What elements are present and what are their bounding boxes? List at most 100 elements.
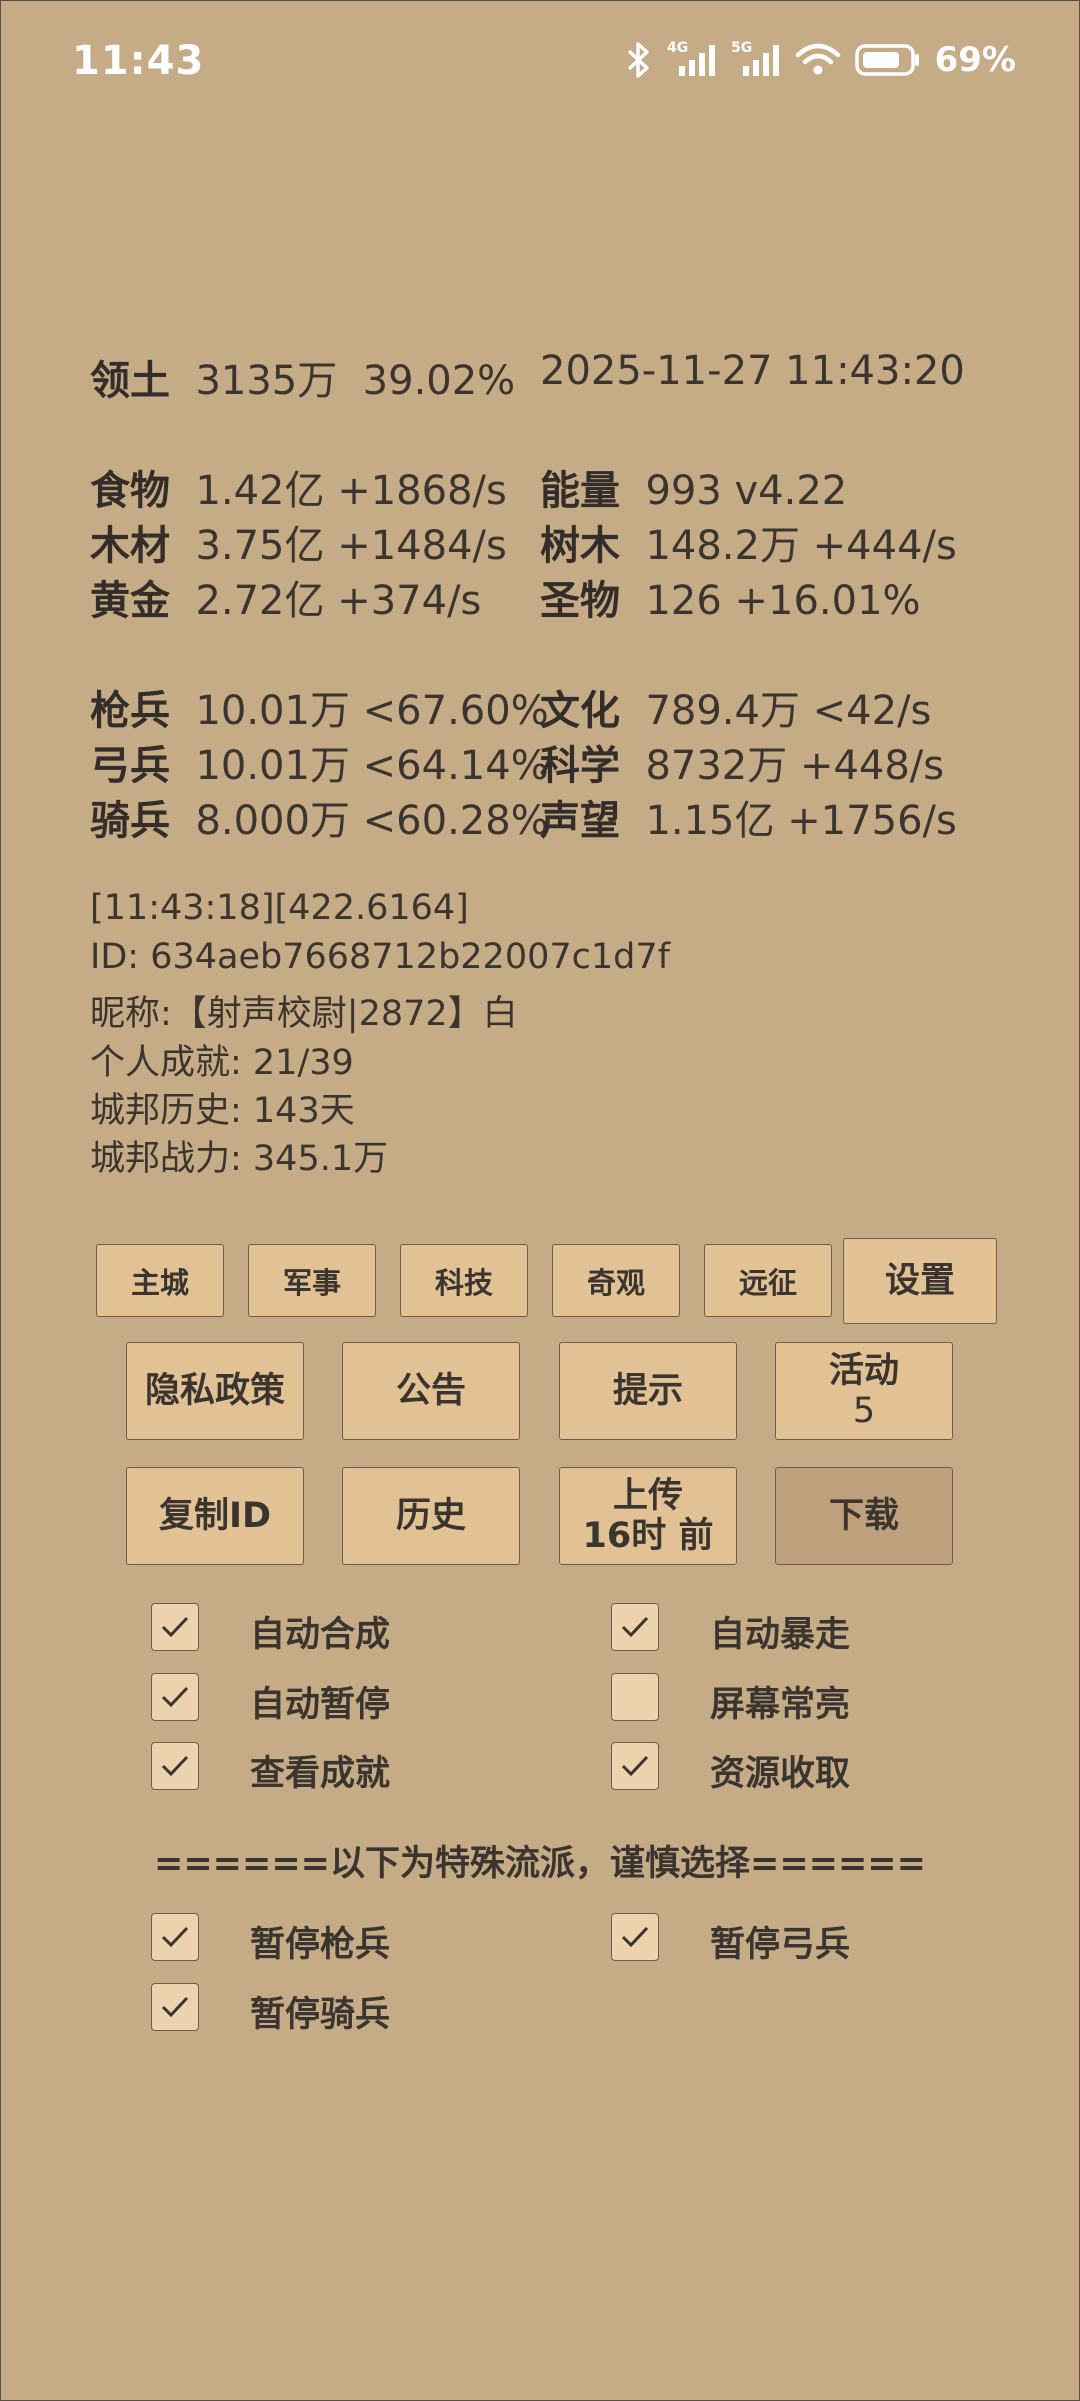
auto-rage-label: 自动暴走 [710,1615,851,1655]
spearmen-row: 枪兵 10.01万 <67.60% [90,678,549,736]
bluetooth-icon [623,40,653,80]
events-count: 5 [852,1391,876,1431]
wood-value: 3.75亿 +1484/s [195,523,507,569]
culture-row: 文化 789.4万 <42/s [540,678,931,736]
check-icon [161,1686,189,1708]
wood-label: 木材 [90,523,170,569]
energy-row: 能量 993 v4.22 [540,458,847,516]
gold-value: 2.72亿 +374/s [195,578,482,624]
relics-row: 圣物 126 +16.01% [540,568,921,626]
signal-5g-icon: 5G [731,40,781,80]
wood-row: 木材 3.75亿 +1484/s [90,513,507,571]
city-history: 城邦历史: 143天 [90,1091,355,1131]
copy-id-button[interactable]: 复制ID [126,1467,304,1565]
culture-label: 文化 [540,688,620,734]
history-button[interactable]: 历史 [342,1467,520,1565]
network-5g-label: 5G [731,40,752,56]
upload-button[interactable]: 上传 16时 前 [559,1467,737,1565]
log-timestamp: [11:43:18][422.6164] [90,888,469,928]
check-icon [161,1926,189,1948]
culture-value: 789.4万 <42/s [645,688,932,734]
pause-spearmen-checkbox[interactable] [151,1913,199,1961]
gold-label: 黄金 [90,578,170,624]
check-icon [161,1755,189,1777]
player-nickname: 昵称:【射声校尉|2872】白 [90,994,518,1034]
tab-expedition[interactable]: 远征 [704,1244,832,1317]
announcement-button[interactable]: 公告 [342,1342,520,1440]
check-icon [161,1996,189,2018]
prestige-label: 声望 [540,798,620,844]
screen-on-label: 屏幕常亮 [710,1685,851,1725]
signal-4g-icon: 4G [667,40,717,80]
tab-military[interactable]: 军事 [248,1244,376,1317]
city-power: 城邦战力: 345.1万 [90,1139,389,1179]
science-row: 科学 8732万 +448/s [540,733,944,791]
network-4g-label: 4G [667,40,688,56]
archers-row: 弓兵 10.01万 <64.14% [90,733,549,791]
food-row: 食物 1.42亿 +1868/s [90,458,507,516]
upload-time: 16时 前 [582,1516,714,1556]
check-icon [621,1616,649,1638]
energy-value: 993 v4.22 [645,468,848,514]
science-label: 科学 [540,743,620,789]
tab-tech[interactable]: 科技 [400,1244,528,1317]
player-id: ID: 634aeb7668712b22007c1d7f [90,937,670,977]
wifi-icon [795,40,841,80]
cavalry-row: 骑兵 8.000万 <60.28% [90,788,549,846]
tab-main-city[interactable]: 主城 [96,1244,224,1317]
cavalry-label: 骑兵 [90,798,170,844]
events-label: 活动 [828,1351,899,1391]
archers-value: 10.01万 <64.14% [195,743,549,789]
spearmen-label: 枪兵 [90,688,170,734]
auto-pause-checkbox[interactable] [151,1673,199,1721]
territory-label: 领土 [90,358,170,404]
settings-button[interactable]: 设置 [843,1238,997,1324]
auto-rage-checkbox[interactable] [611,1603,659,1651]
pause-archers-checkbox[interactable] [611,1913,659,1961]
battery-icon [854,40,921,80]
view-achievements-label: 查看成就 [250,1754,391,1794]
spearmen-value: 10.01万 <67.60% [195,688,549,734]
auto-merge-label: 自动合成 [250,1615,391,1655]
tab-wonders[interactable]: 奇观 [552,1244,680,1317]
prestige-row: 声望 1.15亿 +1756/s [540,788,957,846]
territory-row: 领土 3135万 39.02% [90,348,515,406]
tips-button[interactable]: 提示 [559,1342,737,1440]
archers-label: 弓兵 [90,743,170,789]
territory-percent: 39.02% [362,358,516,404]
gold-row: 黄金 2.72亿 +374/s [90,568,481,626]
energy-label: 能量 [540,468,620,514]
auto-pause-label: 自动暂停 [250,1685,391,1725]
view-achievements-checkbox[interactable] [151,1742,199,1790]
science-value: 8732万 +448/s [645,743,945,789]
trees-label: 树木 [540,523,620,569]
territory-value: 3135万 [195,358,338,404]
special-strategy-separator: ======以下为特殊流派，谨慎选择====== [154,1844,926,1884]
pause-cavalry-label: 暂停骑兵 [250,1995,391,2035]
pause-archers-label: 暂停弓兵 [710,1925,851,1965]
screen-on-checkbox[interactable] [611,1673,659,1721]
food-value: 1.42亿 +1868/s [195,468,507,514]
privacy-policy-button[interactable]: 隐私政策 [126,1342,304,1440]
battery-percent: 69% [934,40,1016,80]
relics-value: 126 +16.01% [645,578,921,624]
trees-value: 148.2万 +444/s [645,523,957,569]
trees-row: 树木 148.2万 +444/s [540,513,957,571]
check-icon [621,1755,649,1777]
events-button[interactable]: 活动 5 [775,1342,953,1440]
personal-achievements: 个人成就: 21/39 [90,1043,354,1083]
pause-spearmen-label: 暂停枪兵 [250,1925,391,1965]
pause-cavalry-checkbox[interactable] [151,1983,199,2031]
current-datetime: 2025-11-27 11:43:20 [540,348,965,394]
food-label: 食物 [90,468,170,514]
collect-resources-checkbox[interactable] [611,1742,659,1790]
status-icons: 4G 5G 69% [623,40,1016,80]
upload-label: 上传 [612,1476,683,1516]
check-icon [161,1616,189,1638]
auto-merge-checkbox[interactable] [151,1603,199,1651]
relics-label: 圣物 [540,578,620,624]
download-button[interactable]: 下载 [775,1467,953,1565]
cavalry-value: 8.000万 <60.28% [195,798,549,844]
check-icon [621,1926,649,1948]
collect-resources-label: 资源收取 [710,1754,851,1794]
